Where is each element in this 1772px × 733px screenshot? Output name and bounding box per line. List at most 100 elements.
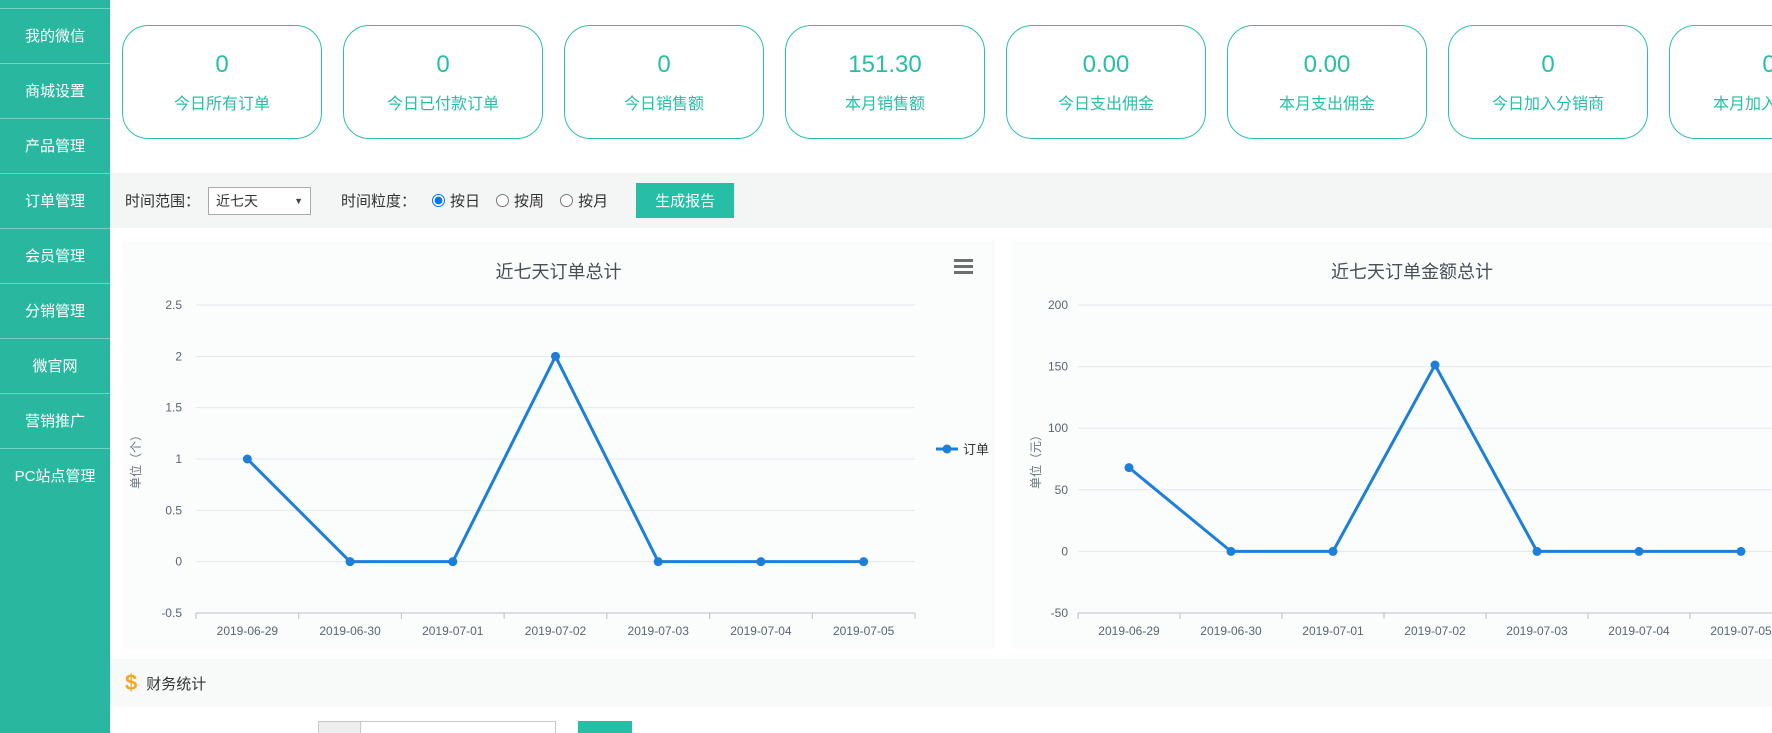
- stat-label: 今日已付款订单: [387, 90, 499, 114]
- stat-value: 0: [1762, 51, 1772, 79]
- granularity-radio-daily[interactable]: 按日: [432, 190, 480, 211]
- svg-text:2.5: 2.5: [165, 298, 182, 312]
- svg-text:2019-07-01: 2019-07-01: [1302, 624, 1364, 638]
- time-range-label: 时间范围：: [125, 190, 200, 211]
- stat-label: 本月销售额: [845, 90, 925, 114]
- radio-daily-input[interactable]: [432, 194, 445, 207]
- svg-text:150: 150: [1048, 360, 1068, 374]
- orders-chart-title: 近七天订单总计: [122, 258, 995, 284]
- chart-toolbox-menu-icon[interactable]: [954, 259, 973, 277]
- svg-text:2019-06-30: 2019-06-30: [1200, 624, 1262, 638]
- finance-submit-button[interactable]: [578, 721, 632, 733]
- svg-text:2019-06-29: 2019-06-29: [217, 624, 279, 638]
- svg-text:2019-07-04: 2019-07-04: [1608, 624, 1670, 638]
- sidebar-item-product-management[interactable]: 产品管理: [0, 118, 110, 173]
- granularity-label: 时间粒度：: [341, 190, 416, 211]
- granularity-radio-monthly[interactable]: 按月: [560, 190, 608, 211]
- svg-text:2019-06-29: 2019-06-29: [1098, 624, 1160, 638]
- svg-text:-0.5: -0.5: [161, 606, 182, 620]
- svg-text:0: 0: [1061, 544, 1068, 558]
- svg-text:2: 2: [175, 349, 182, 363]
- stat-card-today-commission: 0.00 今日支出佣金: [1006, 25, 1206, 139]
- sidebar-item-my-wechat[interactable]: 我的微信: [0, 8, 110, 63]
- chevron-down-icon: ▼: [294, 196, 303, 206]
- stat-value: 0: [436, 51, 449, 79]
- sidebar: 我的微信 商城设置 产品管理 订单管理 会员管理 分销管理 微官网 营销推广 P…: [0, 0, 110, 733]
- svg-text:50: 50: [1055, 483, 1069, 497]
- generate-report-button[interactable]: 生成报告: [636, 183, 734, 218]
- finance-section-title: 财务统计: [146, 673, 206, 694]
- sidebar-item-partial: [0, 0, 110, 8]
- orders-chart-panel: 近七天订单总计 2.5 2 1.5 1 0.5 0 -0.5 2019-06-29 2019-0…: [122, 241, 995, 649]
- finance-section-header: $ 财务统计: [110, 659, 1772, 707]
- stat-value: 0.00: [1304, 51, 1351, 79]
- svg-text:2019-07-05: 2019-07-05: [833, 624, 895, 638]
- legend-line-icon: [935, 444, 959, 454]
- stat-card-today-sales: 0 今日销售额: [564, 25, 764, 139]
- order-amount-line-chart: 200 150 100 50 0 -50 2019-06-29 2019-06-30 2019-…: [1012, 241, 1772, 649]
- stat-value: 151.30: [848, 51, 921, 79]
- svg-text:单位（个）: 单位（个）: [128, 429, 143, 489]
- stat-label: 今日销售额: [624, 90, 704, 114]
- legend-item-orders[interactable]: 订单: [935, 439, 989, 458]
- finance-input-addon: [318, 721, 360, 733]
- svg-text:1.5: 1.5: [165, 401, 182, 415]
- stat-label: 今日加入分销商: [1492, 90, 1604, 114]
- radio-daily-label: 按日: [450, 190, 480, 211]
- stat-value: 0: [215, 51, 228, 79]
- sidebar-item-micro-site[interactable]: 微官网: [0, 338, 110, 393]
- stat-label: 今日支出佣金: [1058, 90, 1154, 114]
- radio-weekly-label: 按周: [514, 190, 544, 211]
- stat-label: 今日所有订单: [174, 90, 270, 114]
- finance-input[interactable]: [360, 721, 556, 733]
- order-amount-chart-title: 近七天订单金额总计: [1012, 258, 1772, 284]
- svg-text:2019-07-02: 2019-07-02: [525, 624, 587, 638]
- sidebar-item-pc-site-management[interactable]: PC站点管理: [0, 448, 110, 503]
- stat-value: 0: [657, 51, 670, 79]
- filter-bar: 时间范围： 近七天 ▼ 时间粒度： 按日 按周 按月 生成报告: [110, 173, 1772, 228]
- stat-value: 0.00: [1083, 51, 1130, 79]
- svg-text:-50: -50: [1051, 606, 1069, 620]
- dollar-icon: $: [125, 670, 137, 696]
- app-window: 我的微信 商城设置 产品管理 订单管理 会员管理 分销管理 微官网 营销推广 P…: [0, 0, 1772, 733]
- svg-text:单位（元）: 单位（元）: [1028, 429, 1043, 489]
- orders-line-chart: 2.5 2 1.5 1 0.5 0 -0.5 2019-06-29 2019-06-30 2019…: [122, 241, 995, 649]
- svg-text:2019-07-03: 2019-07-03: [1506, 624, 1568, 638]
- sidebar-item-mall-settings[interactable]: 商城设置: [0, 63, 110, 118]
- stat-card-today-new-distributors: 0 今日加入分销商: [1448, 25, 1648, 139]
- svg-text:2019-07-04: 2019-07-04: [730, 624, 792, 638]
- svg-text:100: 100: [1048, 421, 1068, 435]
- svg-text:0.5: 0.5: [165, 503, 182, 517]
- order-amount-chart-panel: 近七天订单金额总计 200 150 100 50 0 -50 2019-06-29 2019-…: [1012, 241, 1772, 649]
- main-content: 0 今日所有订单 0 今日已付款订单 0 今日销售额 151.30 本月销售额 …: [110, 0, 1772, 733]
- svg-text:0: 0: [175, 555, 182, 569]
- sidebar-item-order-management[interactable]: 订单管理: [0, 173, 110, 228]
- stat-card-month-new-distributors: 0 本月加入分销商: [1669, 25, 1772, 139]
- granularity-radio-weekly[interactable]: 按周: [496, 190, 544, 211]
- finance-form: [318, 721, 1772, 733]
- stat-card-today-paid-orders: 0 今日已付款订单: [343, 25, 543, 139]
- stat-label: 本月加入分销商: [1713, 90, 1772, 114]
- stat-value: 0: [1541, 51, 1554, 79]
- finance-input-group: [318, 721, 556, 733]
- legend-label: 订单: [963, 439, 989, 458]
- sidebar-item-distribution-management[interactable]: 分销管理: [0, 283, 110, 338]
- svg-text:2019-06-30: 2019-06-30: [319, 624, 381, 638]
- svg-text:200: 200: [1048, 298, 1068, 312]
- svg-text:2019-07-01: 2019-07-01: [422, 624, 484, 638]
- svg-text:2019-07-05: 2019-07-05: [1710, 624, 1772, 638]
- stat-label: 本月支出佣金: [1279, 90, 1375, 114]
- sidebar-item-marketing-promotion[interactable]: 营销推广: [0, 393, 110, 448]
- svg-text:1: 1: [175, 452, 182, 466]
- stat-card-month-commission: 0.00 本月支出佣金: [1227, 25, 1427, 139]
- time-range-select[interactable]: 近七天 ▼: [208, 187, 311, 215]
- radio-weekly-input[interactable]: [496, 194, 509, 207]
- svg-text:2019-07-03: 2019-07-03: [628, 624, 690, 638]
- stat-card-month-sales: 151.30 本月销售额: [785, 25, 985, 139]
- stat-cards-row: 0 今日所有订单 0 今日已付款订单 0 今日销售额 151.30 本月销售额 …: [122, 25, 1772, 139]
- time-range-selected-value: 近七天: [216, 191, 258, 211]
- svg-text:2019-07-02: 2019-07-02: [1404, 624, 1466, 638]
- radio-monthly-input[interactable]: [560, 194, 573, 207]
- sidebar-item-member-management[interactable]: 会员管理: [0, 228, 110, 283]
- charts-row: 近七天订单总计 2.5 2 1.5 1 0.5 0 -0.5 2019-06-29 2019-0…: [122, 241, 1772, 649]
